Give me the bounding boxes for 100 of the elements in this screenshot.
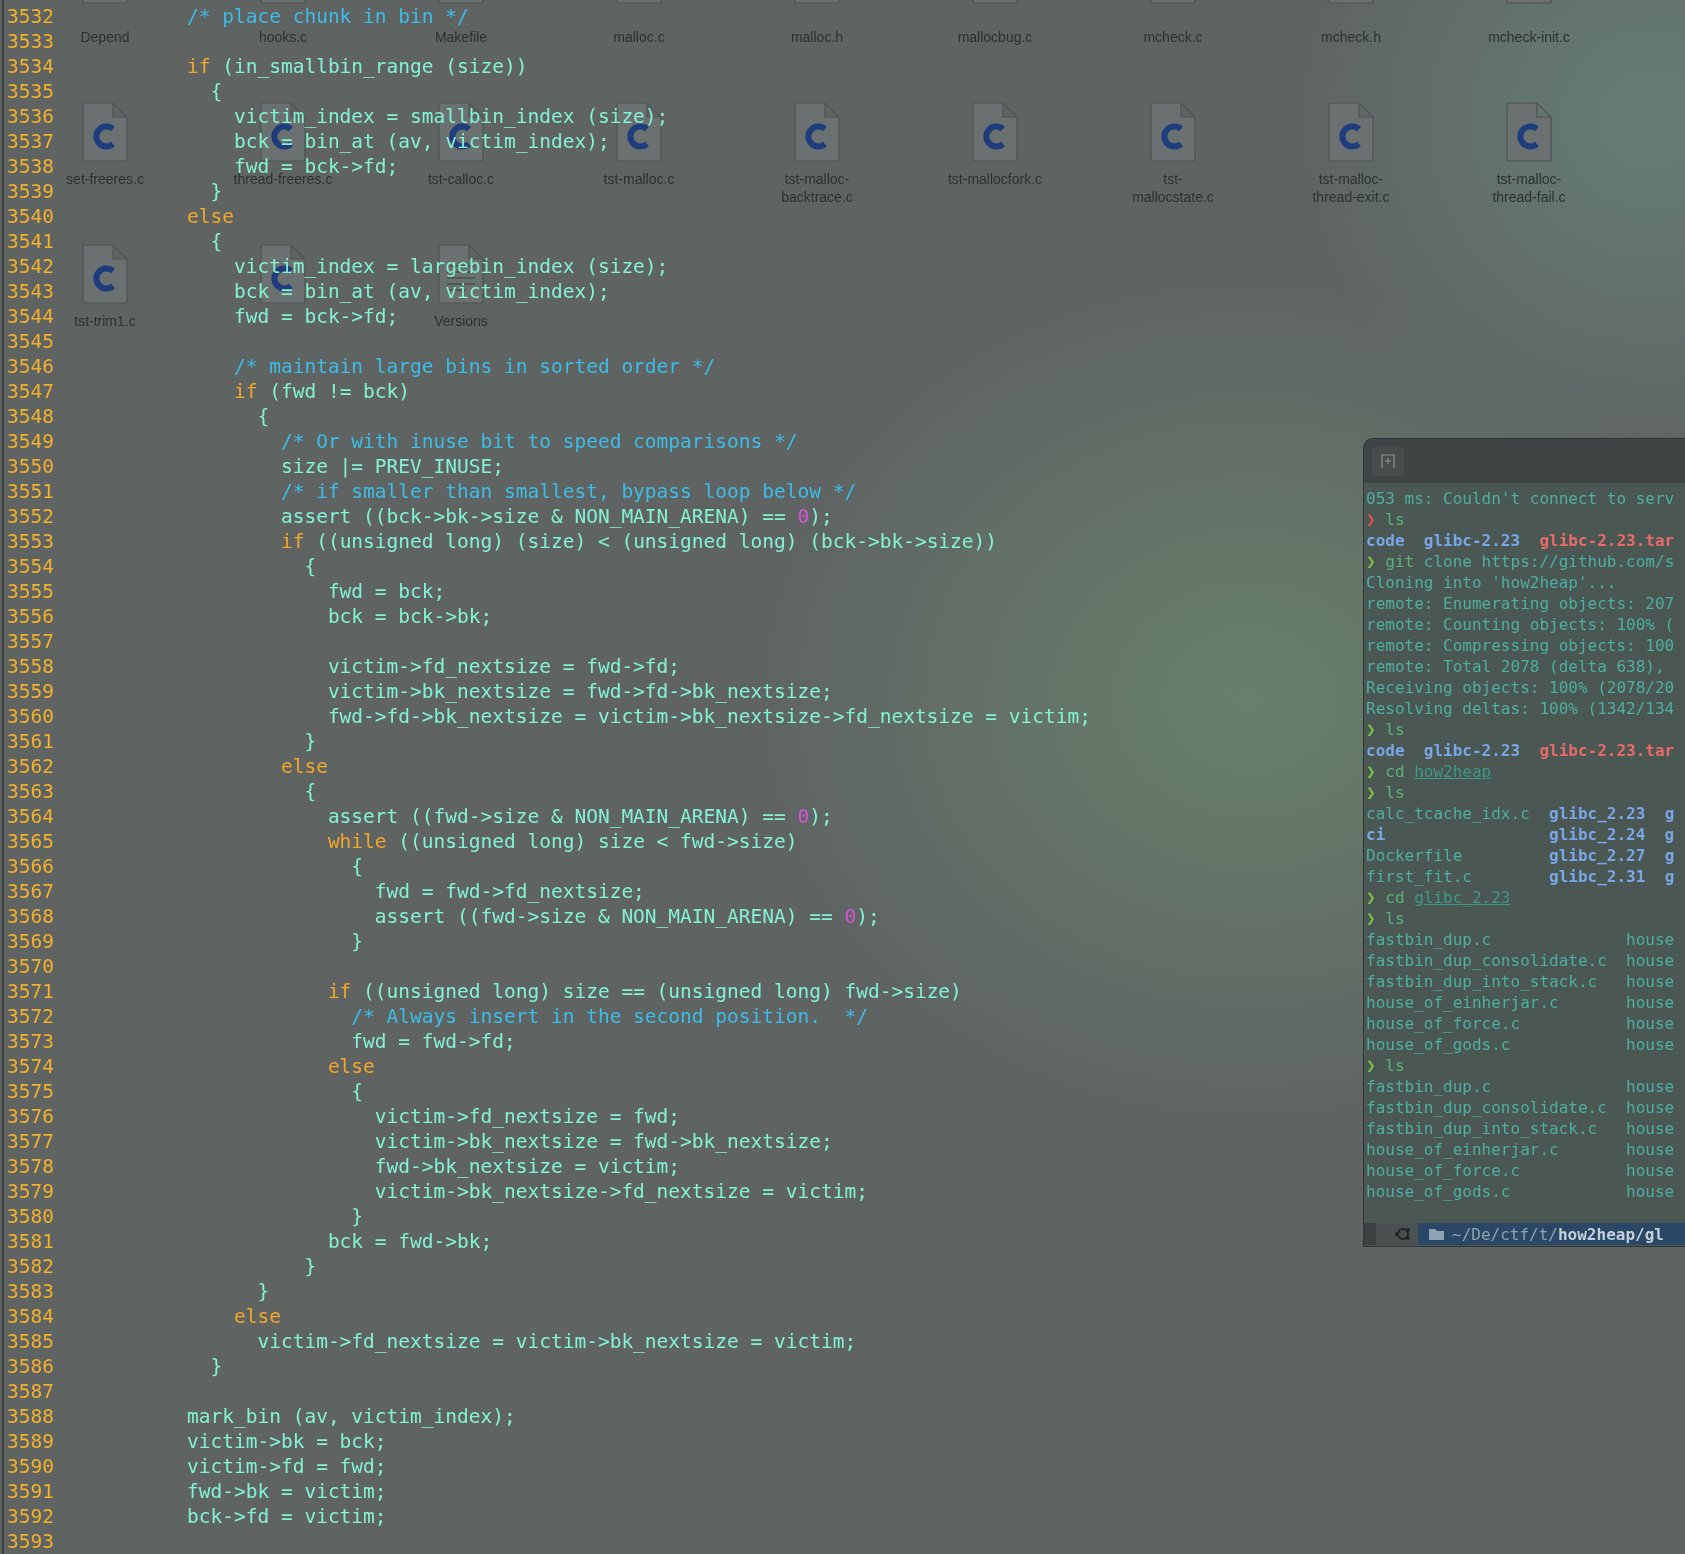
terminal-line: ❯ ls	[1366, 509, 1406, 530]
code-line: else	[279, 758, 328, 775]
c-file-icon	[80, 102, 130, 162]
line-number: 3560	[7, 705, 55, 728]
terminal-line: Receiving objects: 100% (2078/20	[1366, 677, 1676, 698]
code-line: else	[232, 1308, 281, 1325]
terminal-line: fastbin_dup.c house	[1366, 1076, 1676, 1097]
new-tab-button[interactable]	[1372, 446, 1404, 476]
line-number: 3555	[7, 580, 55, 603]
code-line: }	[303, 733, 317, 750]
code-line: bck = fwd->bk;	[326, 1233, 493, 1250]
code-line: /* place chunk in bin */	[187, 8, 469, 25]
code-line: {	[303, 558, 317, 575]
code-line: /* if smaller than smallest, bypass loop below */	[279, 483, 857, 500]
file-name[interactable]: tst-malloc-thread-fail.c	[1479, 170, 1579, 206]
line-number: 3546	[7, 355, 55, 378]
line-number: 3567	[7, 880, 55, 903]
terminal-line: Resolving deltas: 100% (1342/134	[1366, 698, 1676, 719]
code-line: }	[350, 933, 364, 950]
line-number: 3557	[7, 630, 55, 653]
line-number: 3586	[7, 1355, 55, 1378]
terminal-line: calc_tcache_idx.c glibc_2.23 g	[1366, 803, 1676, 824]
terminal-line: ❯ ls	[1366, 782, 1406, 803]
line-number: 3541	[7, 230, 55, 253]
line-number: 3576	[7, 1105, 55, 1128]
line-number: 3540	[7, 205, 55, 228]
line-number: 3566	[7, 855, 55, 878]
code-line: if ((unsigned long) (size) < (unsigned long) (bck->bk->size))	[279, 533, 998, 550]
terminal-line: remote: Compressing objects: 100	[1366, 635, 1676, 656]
terminal-line: Cloning into 'how2heap'...	[1366, 572, 1618, 593]
code-line: }	[256, 1283, 270, 1300]
terminal-line: remote: Counting objects: 100% (	[1366, 614, 1676, 635]
line-number: 3589	[7, 1430, 55, 1453]
code-line: bck = bck->bk;	[326, 608, 493, 625]
line-number: 3547	[7, 380, 55, 403]
line-number: 3549	[7, 430, 55, 453]
line-number: 3533	[7, 30, 55, 53]
terminal-line: house_of_gods.c house	[1366, 1181, 1676, 1202]
line-number: 3582	[7, 1255, 55, 1278]
line-number: 3577	[7, 1130, 55, 1153]
line-number: 3561	[7, 730, 55, 753]
terminal-line: house_of_gods.c house	[1366, 1034, 1676, 1055]
line-number: 3544	[7, 305, 55, 328]
line-number: 3570	[7, 955, 55, 978]
terminal-line: code glibc-2.23 glibc-2.23.tar	[1366, 740, 1676, 761]
line-number: 3552	[7, 505, 55, 528]
line-number: 3536	[7, 105, 55, 128]
line-number: 3575	[7, 1080, 55, 1103]
terminal-line: house_of_force.c house	[1366, 1013, 1676, 1034]
line-number: 3592	[7, 1505, 55, 1528]
line-number: 3545	[7, 330, 55, 353]
code-line: fwd = bck;	[326, 583, 446, 600]
code-line: /* maintain large bins in sorted order */	[232, 358, 716, 375]
terminal-line: fastbin_dup_consolidate.c house	[1366, 950, 1676, 971]
terminal-line: ❯ ls	[1366, 908, 1406, 929]
line-number: 3578	[7, 1155, 55, 1178]
path-text: ~/De/ctf/t/how2heap/gl	[1452, 1224, 1664, 1244]
line-number: 3535	[7, 80, 55, 103]
line-number: 3538	[7, 155, 55, 178]
line-number: 3564	[7, 805, 55, 828]
line-number: 3548	[7, 405, 55, 428]
code-line: fwd = bck->fd;	[232, 158, 399, 175]
terminal-line: 053 ms: Couldn't connect to serv	[1366, 488, 1676, 509]
line-number: 3581	[7, 1230, 55, 1253]
code-line: {	[303, 783, 317, 800]
line-number: 3562	[7, 755, 55, 778]
terminal-line: ❯ cd glibc_2.23	[1366, 887, 1512, 908]
line-number: 3559	[7, 680, 55, 703]
terminal-line: ❯ ls	[1366, 1055, 1406, 1076]
code-line: /* Or with inuse bit to speed comparisons */	[279, 433, 798, 450]
file-name[interactable]: mcheck-init.c	[1479, 28, 1579, 46]
line-number: 3574	[7, 1055, 55, 1078]
code-line: }	[350, 1208, 364, 1225]
line-number: 3565	[7, 830, 55, 853]
file-name[interactable]: tst-malloc-thread-exit.c	[1301, 170, 1401, 206]
folder-icon	[1428, 1227, 1446, 1241]
c-file-icon	[1326, 102, 1376, 162]
code-line: {	[350, 858, 364, 875]
line-number: 3543	[7, 280, 55, 303]
terminal-line: ❯ git clone https://github.com/s	[1366, 551, 1676, 572]
line-number: 3583	[7, 1280, 55, 1303]
line-number: 3563	[7, 780, 55, 803]
terminal-line: fastbin_dup_into_stack.c house	[1366, 971, 1676, 992]
code-line: {	[209, 233, 223, 250]
line-number: 3572	[7, 1005, 55, 1028]
code-line: fwd = fwd->fd;	[350, 1033, 516, 1050]
code-line: if (fwd != bck)	[232, 383, 411, 400]
line-number: 3571	[7, 980, 55, 1003]
file-name[interactable]: mcheck.h	[1301, 28, 1401, 46]
terminal-line: code glibc-2.23 glibc-2.23.tar	[1366, 530, 1676, 551]
line-number: 3558	[7, 655, 55, 678]
code-line: }	[209, 1358, 223, 1375]
line-number: 3590	[7, 1455, 55, 1478]
terminal-line: first_fit.c glibc_2.31 g	[1366, 866, 1676, 887]
line-number: 3587	[7, 1380, 55, 1403]
terminal-line: remote: Total 2078 (delta 638),	[1366, 656, 1666, 677]
terminal-line: house_of_force.c house	[1366, 1160, 1676, 1181]
line-number: 3591	[7, 1480, 55, 1503]
line-number: 3550	[7, 455, 55, 478]
line-number: 3593	[7, 1530, 55, 1553]
